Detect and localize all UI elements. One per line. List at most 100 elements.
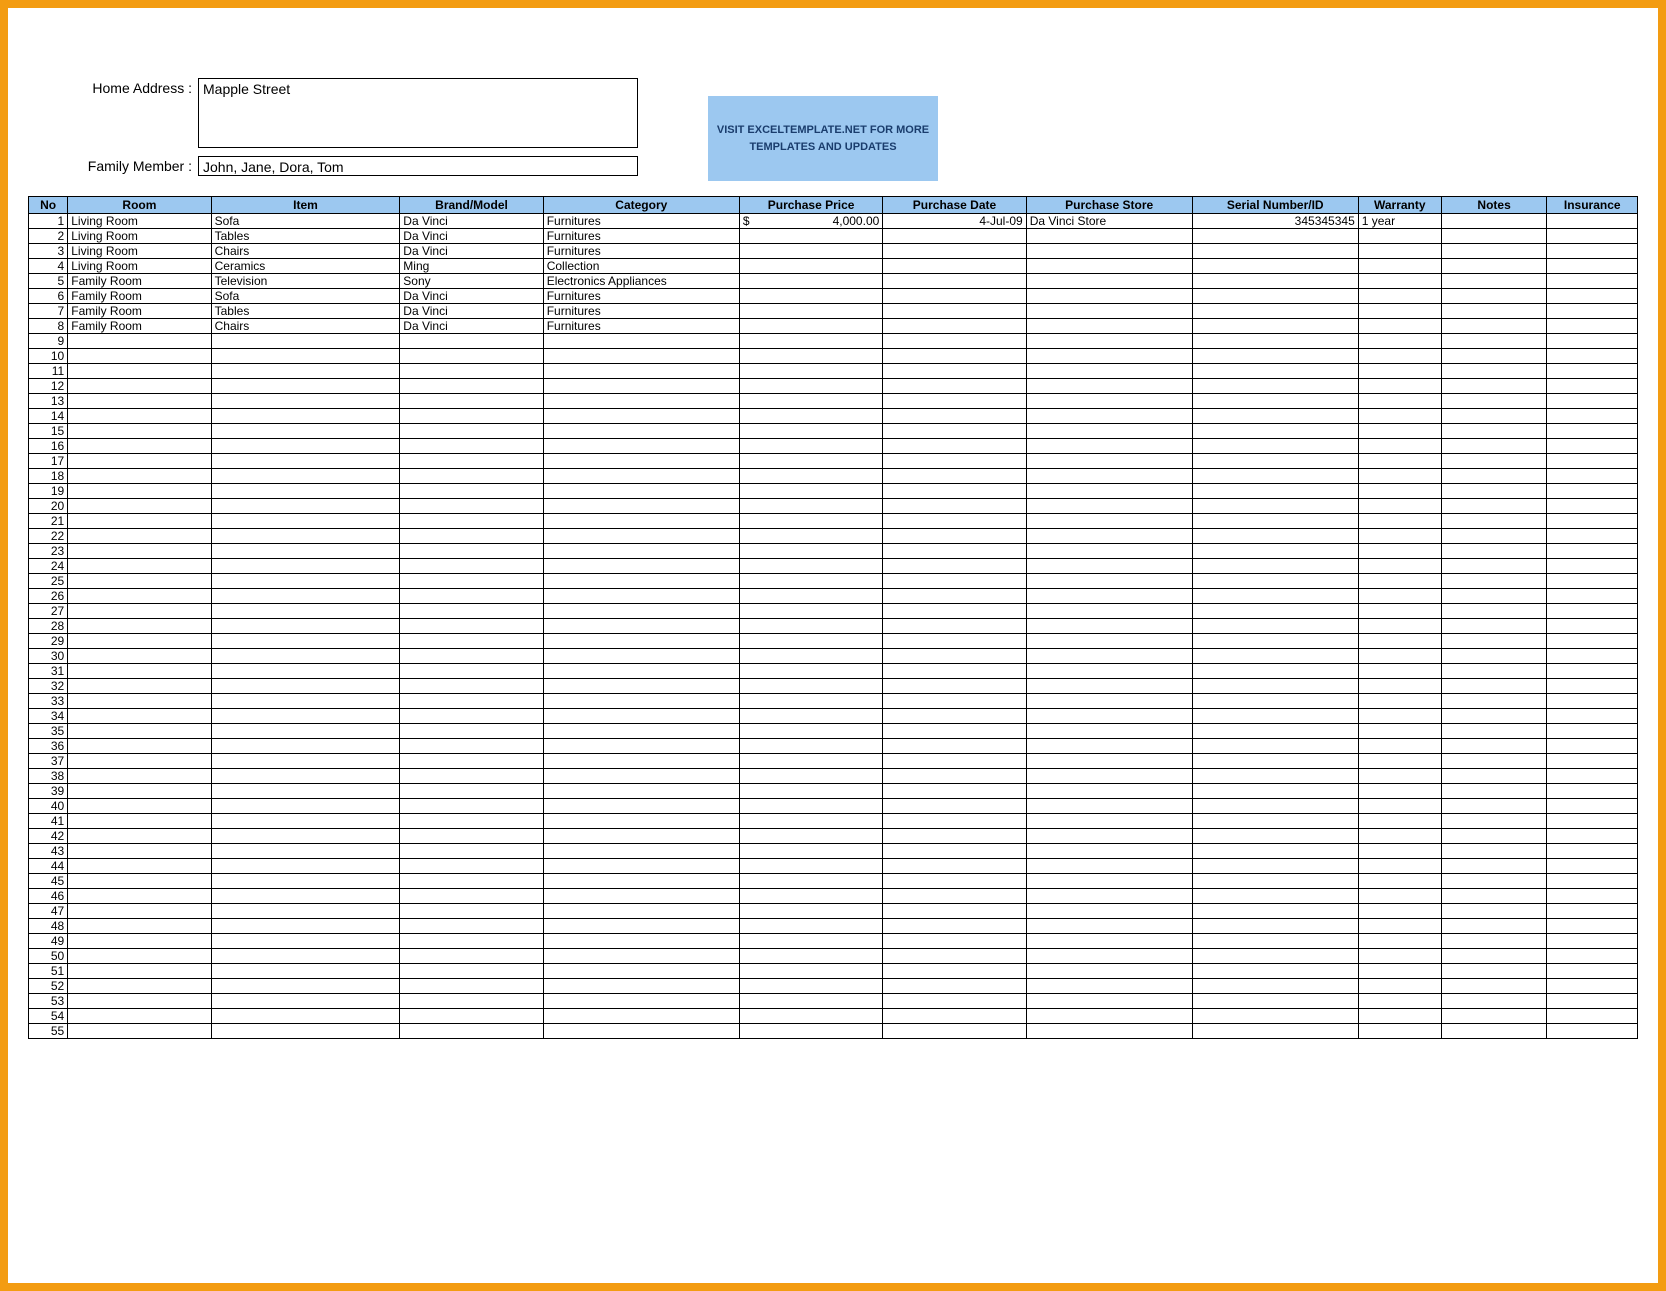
cell[interactable] bbox=[211, 1024, 400, 1039]
cell[interactable] bbox=[883, 1009, 1026, 1024]
cell[interactable] bbox=[1547, 934, 1638, 949]
cell[interactable] bbox=[1358, 634, 1441, 649]
cell[interactable] bbox=[1358, 799, 1441, 814]
cell[interactable] bbox=[1547, 259, 1638, 274]
cell[interactable] bbox=[1026, 874, 1192, 889]
cell[interactable] bbox=[883, 469, 1026, 484]
cell[interactable] bbox=[211, 559, 400, 574]
cell[interactable] bbox=[1026, 304, 1192, 319]
cell[interactable]: 47 bbox=[29, 904, 68, 919]
cell[interactable]: 34 bbox=[29, 709, 68, 724]
cell[interactable]: 15 bbox=[29, 424, 68, 439]
table-row[interactable]: 3Living RoomChairsDa VinciFurnitures bbox=[29, 244, 1638, 259]
cell[interactable] bbox=[400, 934, 543, 949]
cell[interactable] bbox=[883, 754, 1026, 769]
cell[interactable] bbox=[1026, 364, 1192, 379]
cell[interactable] bbox=[1358, 289, 1441, 304]
cell[interactable] bbox=[1547, 574, 1638, 589]
cell[interactable] bbox=[883, 439, 1026, 454]
cell[interactable] bbox=[739, 664, 882, 679]
cell[interactable] bbox=[1192, 349, 1358, 364]
cell[interactable] bbox=[1358, 1009, 1441, 1024]
cell[interactable] bbox=[883, 319, 1026, 334]
cell[interactable] bbox=[68, 394, 211, 409]
table-row[interactable]: 34 bbox=[29, 709, 1638, 724]
table-row[interactable]: 17 bbox=[29, 454, 1638, 469]
cell[interactable]: 54 bbox=[29, 1009, 68, 1024]
cell[interactable] bbox=[543, 514, 739, 529]
cell[interactable] bbox=[1192, 439, 1358, 454]
cell[interactable] bbox=[1441, 634, 1547, 649]
cell[interactable]: 16 bbox=[29, 439, 68, 454]
cell[interactable] bbox=[543, 934, 739, 949]
cell[interactable]: Chairs bbox=[211, 244, 400, 259]
table-row[interactable]: 9 bbox=[29, 334, 1638, 349]
cell[interactable] bbox=[400, 484, 543, 499]
cell[interactable] bbox=[1026, 589, 1192, 604]
cell[interactable] bbox=[739, 604, 882, 619]
cell[interactable] bbox=[1192, 679, 1358, 694]
cell[interactable] bbox=[68, 994, 211, 1009]
cell[interactable] bbox=[543, 754, 739, 769]
cell[interactable] bbox=[1441, 754, 1547, 769]
cell[interactable] bbox=[1441, 229, 1547, 244]
cell[interactable] bbox=[400, 844, 543, 859]
cell[interactable]: Sofa bbox=[211, 214, 400, 229]
cell[interactable] bbox=[883, 814, 1026, 829]
cell[interactable] bbox=[400, 889, 543, 904]
cell[interactable]: Furnitures bbox=[543, 304, 739, 319]
cell[interactable] bbox=[1192, 619, 1358, 634]
table-row[interactable]: 15 bbox=[29, 424, 1638, 439]
cell[interactable] bbox=[1192, 379, 1358, 394]
cell[interactable] bbox=[1441, 349, 1547, 364]
cell[interactable] bbox=[883, 229, 1026, 244]
cell[interactable] bbox=[1441, 814, 1547, 829]
cell[interactable] bbox=[1026, 439, 1192, 454]
cell[interactable] bbox=[543, 364, 739, 379]
cell[interactable] bbox=[1441, 364, 1547, 379]
cell[interactable] bbox=[1026, 679, 1192, 694]
cell[interactable] bbox=[1358, 484, 1441, 499]
cell[interactable] bbox=[1441, 874, 1547, 889]
table-row[interactable]: 23 bbox=[29, 544, 1638, 559]
cell[interactable] bbox=[400, 454, 543, 469]
cell[interactable] bbox=[1547, 499, 1638, 514]
cell[interactable] bbox=[543, 874, 739, 889]
cell[interactable] bbox=[543, 379, 739, 394]
cell[interactable] bbox=[68, 814, 211, 829]
table-row[interactable]: 31 bbox=[29, 664, 1638, 679]
cell[interactable] bbox=[68, 334, 211, 349]
cell[interactable] bbox=[211, 964, 400, 979]
table-row[interactable]: 54 bbox=[29, 1009, 1638, 1024]
cell[interactable] bbox=[1192, 799, 1358, 814]
cell[interactable] bbox=[1547, 334, 1638, 349]
cell[interactable]: 30 bbox=[29, 649, 68, 664]
cell[interactable]: Da Vinci Store bbox=[1026, 214, 1192, 229]
cell[interactable]: 5 bbox=[29, 274, 68, 289]
cell[interactable]: Electronics Appliances bbox=[543, 274, 739, 289]
cell[interactable] bbox=[1547, 949, 1638, 964]
cell[interactable] bbox=[543, 784, 739, 799]
cell[interactable] bbox=[739, 709, 882, 724]
cell[interactable] bbox=[1026, 709, 1192, 724]
cell[interactable]: 45 bbox=[29, 874, 68, 889]
cell[interactable] bbox=[1547, 319, 1638, 334]
cell[interactable] bbox=[1192, 409, 1358, 424]
cell[interactable] bbox=[543, 529, 739, 544]
cell[interactable] bbox=[211, 814, 400, 829]
cell[interactable] bbox=[543, 349, 739, 364]
cell[interactable] bbox=[1547, 709, 1638, 724]
cell[interactable] bbox=[1358, 244, 1441, 259]
cell[interactable]: 53 bbox=[29, 994, 68, 1009]
cell[interactable] bbox=[543, 709, 739, 724]
cell[interactable] bbox=[739, 259, 882, 274]
cell[interactable] bbox=[543, 859, 739, 874]
cell[interactable] bbox=[1026, 724, 1192, 739]
cell[interactable] bbox=[1192, 604, 1358, 619]
cell[interactable] bbox=[739, 634, 882, 649]
cell[interactable] bbox=[211, 829, 400, 844]
cell[interactable]: 49 bbox=[29, 934, 68, 949]
table-row[interactable]: 20 bbox=[29, 499, 1638, 514]
cell[interactable] bbox=[1192, 634, 1358, 649]
cell[interactable] bbox=[68, 349, 211, 364]
